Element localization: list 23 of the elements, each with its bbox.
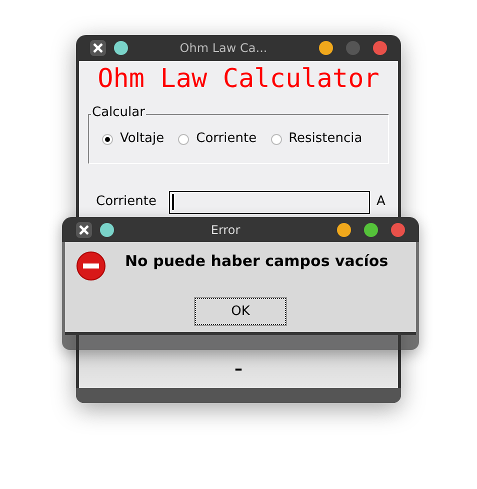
input-field[interactable] xyxy=(169,190,370,214)
unit-label: A xyxy=(376,193,386,212)
error-icon xyxy=(76,251,106,281)
result-text: – xyxy=(234,358,242,380)
maximize-icon[interactable] xyxy=(364,222,378,236)
radio-button[interactable] xyxy=(270,134,282,144)
error-message: No puede haber campos vacíos xyxy=(125,251,388,272)
close-icon[interactable] xyxy=(90,40,106,56)
window-title: Ohm Law Ca... xyxy=(178,40,268,57)
minimize-icon[interactable] xyxy=(337,222,351,236)
ok-button[interactable]: OK xyxy=(195,298,286,325)
app-heading: Ohm Law Calculator xyxy=(96,63,380,96)
option-label: Resistencia xyxy=(288,130,362,148)
pin-icon[interactable] xyxy=(100,222,114,236)
pin-icon[interactable] xyxy=(114,41,128,55)
minimize-icon[interactable] xyxy=(319,41,333,55)
field-label: Corriente xyxy=(96,193,156,212)
option-label: Corriente xyxy=(196,130,257,148)
radio-button[interactable] xyxy=(178,134,190,144)
radio-button[interactable] xyxy=(102,134,113,144)
close-icon[interactable] xyxy=(76,222,92,238)
window-title: Error xyxy=(210,222,242,238)
option-label: Voltaje xyxy=(120,130,164,148)
